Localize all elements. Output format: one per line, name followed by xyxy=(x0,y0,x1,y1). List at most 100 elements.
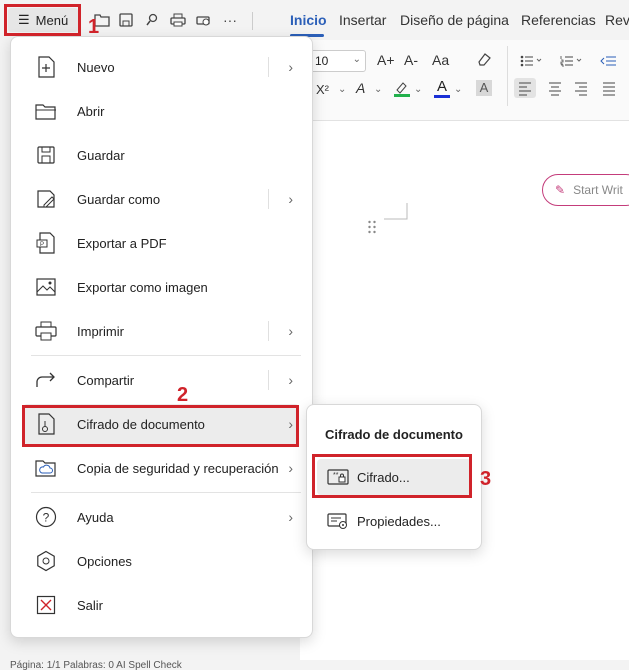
menu-item-guardar[interactable]: Guardar xyxy=(23,135,299,175)
ribbon-divider xyxy=(507,46,508,106)
tab-inicio[interactable]: Inicio xyxy=(290,12,327,28)
chevron-down-icon: ⌄ xyxy=(352,54,361,65)
annotation-step-1: 1 xyxy=(88,16,100,38)
tab-referencias[interactable]: Referencias xyxy=(521,12,596,28)
tab-insertar[interactable]: Insertar xyxy=(339,12,386,28)
justify-icon[interactable] xyxy=(598,78,620,98)
options-icon xyxy=(33,548,59,574)
export-pdf-icon: P xyxy=(33,230,59,256)
annotation-box-cifrado xyxy=(312,454,472,498)
font-size-select[interactable]: 10 ⌄ xyxy=(308,50,366,72)
menu-item-ayuda[interactable]: ? Ayuda › xyxy=(23,497,299,537)
exit-icon xyxy=(33,592,59,618)
annotation-box-cifrado-documento xyxy=(22,405,299,447)
menu-item-guardar-como[interactable]: Guardar como › xyxy=(23,179,299,219)
font-color-icon[interactable]: A xyxy=(434,78,450,98)
drag-handle-icon[interactable] xyxy=(367,219,377,235)
menu-item-label: Nuevo xyxy=(77,59,115,75)
print-icon[interactable] xyxy=(168,10,188,30)
cloud-backup-icon xyxy=(33,455,59,481)
menu-item-label: Ayuda xyxy=(77,509,114,525)
char-shading-icon[interactable]: A xyxy=(476,80,492,96)
menu-item-label: Guardar como xyxy=(77,191,161,207)
divider xyxy=(268,189,269,209)
bullet-list-icon[interactable] xyxy=(520,54,544,67)
save-icon[interactable] xyxy=(116,10,136,30)
menu-item-label: Salir xyxy=(77,597,104,613)
menu-item-compartir[interactable]: Compartir › xyxy=(23,360,299,400)
pen-icon: ✎ xyxy=(555,183,566,197)
menu-item-salir[interactable]: Salir xyxy=(23,585,299,625)
menu-item-exportar-imagen[interactable]: Exportar como imagen xyxy=(23,267,299,307)
menu-separator xyxy=(31,355,301,356)
print-icon xyxy=(33,318,59,344)
start-writing-label: Start Writ xyxy=(573,183,623,197)
more-label: ··· xyxy=(223,12,237,28)
tab-revisar[interactable]: Revi xyxy=(605,12,629,28)
divider xyxy=(268,57,269,77)
menu-item-nuevo[interactable]: Nuevo › xyxy=(23,47,299,87)
menu-item-label: Compartir xyxy=(77,372,135,388)
new-document-icon xyxy=(33,54,59,80)
divider xyxy=(268,321,269,341)
menu-item-imprimir[interactable]: Imprimir › xyxy=(23,311,299,351)
menu-item-opciones[interactable]: Opciones xyxy=(23,541,299,581)
status-bar: Página: 1/1 Palabras: 0 AI Spell Check xyxy=(0,660,629,670)
change-case-button[interactable]: Aa xyxy=(432,52,449,68)
divider xyxy=(268,370,269,390)
chevron-down-icon: ⌄ xyxy=(374,84,383,95)
grow-font-button[interactable]: A+ xyxy=(377,52,395,68)
format-painter-icon[interactable] xyxy=(142,10,162,30)
menu-item-copia-seguridad[interactable]: Copia de seguridad y recuperación › xyxy=(23,448,299,488)
annotation-step-2: 2 xyxy=(177,384,189,406)
menu-item-label: Opciones xyxy=(77,553,132,569)
svg-text:?: ? xyxy=(43,511,50,525)
start-writing-button[interactable]: ✎ Start Writ xyxy=(542,174,629,206)
menu-item-label: Exportar a PDF xyxy=(77,235,167,251)
chevron-right-icon: › xyxy=(288,372,293,388)
share-icon xyxy=(33,367,59,393)
chevron-right-icon: › xyxy=(288,509,293,525)
align-right-icon[interactable] xyxy=(570,78,592,98)
menu-item-label: Copia de seguridad y recuperación xyxy=(77,460,279,476)
superscript-button[interactable]: X² xyxy=(316,82,329,97)
chevron-right-icon: › xyxy=(288,59,293,75)
chevron-right-icon: › xyxy=(288,460,293,476)
submenu-item-label: Propiedades... xyxy=(357,513,441,529)
more-icon[interactable]: ··· xyxy=(220,10,240,30)
save-as-icon xyxy=(33,186,59,212)
align-left-icon[interactable] xyxy=(514,78,536,98)
submenu-title: Cifrado de documento xyxy=(325,427,463,442)
text-effects-button[interactable]: A xyxy=(356,80,365,96)
decrease-indent-icon[interactable] xyxy=(600,54,616,66)
chevron-right-icon: › xyxy=(288,323,293,339)
highlight-icon[interactable] xyxy=(393,80,411,98)
shrink-font-button[interactable]: A- xyxy=(404,52,418,68)
annotation-box-menu xyxy=(4,4,81,36)
menu-item-label: Abrir xyxy=(77,103,105,119)
print-preview-icon[interactable] xyxy=(194,10,214,30)
file-menu: Nuevo › Abrir Guardar Guardar como › P E… xyxy=(10,36,313,638)
menu-separator xyxy=(31,492,301,493)
font-size-value: 10 xyxy=(315,54,329,68)
annotation-step-3: 3 xyxy=(480,468,492,490)
divider xyxy=(252,12,253,30)
chevron-down-icon: ⌄ xyxy=(414,84,423,95)
menu-item-label: Exportar como imagen xyxy=(77,279,208,295)
numbered-list-icon[interactable] xyxy=(560,54,584,67)
svg-text:P: P xyxy=(40,242,44,248)
tab-diseno-de-pagina[interactable]: Diseño de página xyxy=(400,12,509,28)
status-text: Página: 1/1 Palabras: 0 AI Spell Check xyxy=(10,660,182,670)
open-folder-icon xyxy=(33,98,59,124)
chevron-right-icon: › xyxy=(288,191,293,207)
menu-item-label: Imprimir xyxy=(77,323,124,339)
menu-item-label: Guardar xyxy=(77,147,125,163)
align-center-icon[interactable] xyxy=(544,78,566,98)
chevron-down-icon: ⌄ xyxy=(454,84,463,95)
export-image-icon xyxy=(33,274,59,300)
properties-icon xyxy=(327,510,349,532)
menu-item-abrir[interactable]: Abrir xyxy=(23,91,299,131)
clear-format-icon[interactable] xyxy=(476,52,492,66)
menu-item-exportar-pdf[interactable]: P Exportar a PDF xyxy=(23,223,299,263)
submenu-item-propiedades[interactable]: Propiedades... xyxy=(317,503,471,539)
